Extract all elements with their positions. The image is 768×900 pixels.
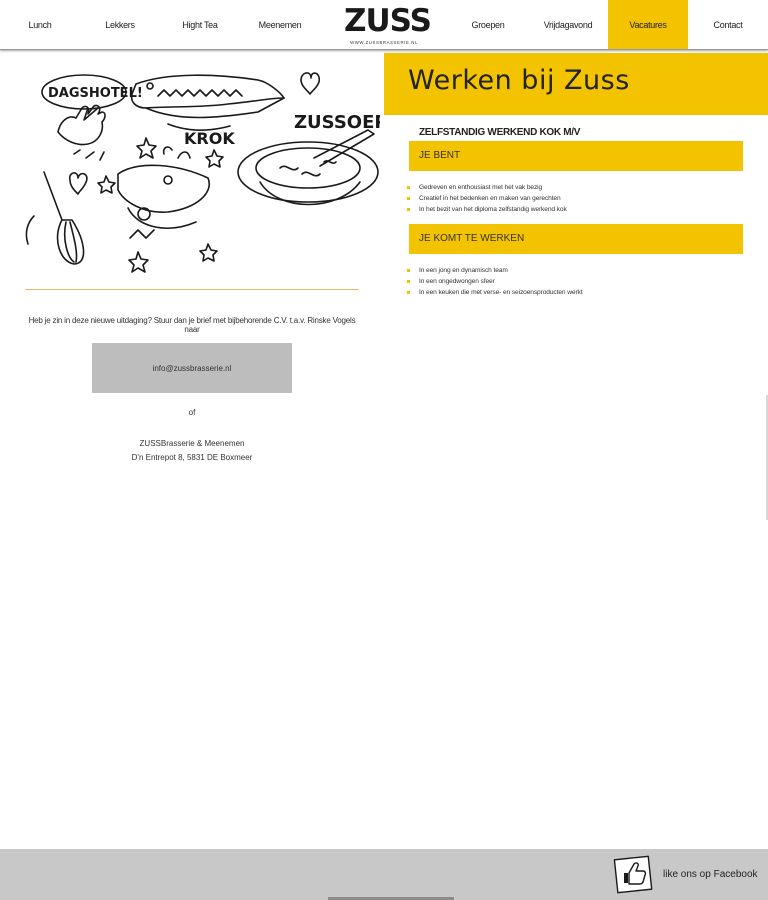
address-street: D'n Entrepot 8, 5831 DE Boxmeer [131, 453, 253, 462]
nav-item-lunch[interactable]: Lunch [0, 0, 80, 49]
je-bent-list: Gedreven en enthousiast met het vak bezi… [407, 182, 567, 215]
nav-item-hight-tea[interactable]: Hight Tea [160, 0, 240, 49]
nav-item-vrijdagavond[interactable]: Vrijdagavond [528, 0, 608, 49]
section-heading-je-bent: JE BENT [409, 141, 743, 171]
or-separator: of [188, 408, 196, 417]
list-item: In een ongedwongen sfeer [407, 276, 582, 287]
nav-item-contact[interactable]: Contact [688, 0, 768, 49]
star-icon [97, 137, 224, 273]
facebook-like-link[interactable]: like ons op Facebook [612, 853, 768, 897]
krok-label: KROK [184, 129, 235, 148]
apply-instructions: Heb je zin in deze nieuwe uitdaging? Stu… [28, 316, 356, 334]
logo-text: ZUSS [344, 3, 432, 39]
page-header-banner: Werken bij Zuss [384, 53, 768, 115]
heart-icon [68, 172, 88, 195]
facebook-like-label: like ons op Facebook [663, 869, 758, 880]
nav-item-lekkers[interactable]: Lekkers [80, 0, 160, 49]
crocodile-icon [130, 74, 285, 132]
whisk-icon [25, 171, 85, 265]
thumbs-up-icon [613, 855, 653, 894]
heart-icon [300, 72, 321, 95]
divider-line [25, 289, 359, 290]
speech-bubble: DAGSHOTEL! [41, 74, 143, 121]
address-company: ZUSSBrasserie & Meenemen [139, 439, 245, 448]
job-title: ZELFSTANDIG WERKEND KOK M/V [419, 127, 581, 138]
site-logo[interactable]: ZUSS WWW.ZUSSBRASSERIE.NL [344, 3, 432, 47]
postal-address: ZUSSBrasserie & Meenemen D'n Entrepot 8,… [92, 437, 292, 465]
nav-item-meenemen[interactable]: Meenemen [240, 0, 320, 49]
list-item: In een keuken die met verse- en seizoens… [407, 287, 583, 298]
food-pile-icon [117, 146, 210, 239]
nav-item-groepen[interactable]: Groepen [448, 0, 528, 49]
soup-bowl-icon [237, 129, 379, 206]
nav-item-vacatures[interactable]: Vacatures [608, 0, 688, 49]
page-title: Werken bij Zuss [408, 65, 630, 96]
section-heading-label: JE KOMT TE WERKEN [419, 233, 525, 244]
waving-hand-icon [57, 104, 106, 161]
list-item: Creatief in het bedenken en maken van ge… [407, 193, 567, 204]
email-label: info@zussbrasserie.nl [152, 363, 232, 373]
list-item: Gedreven en enthousiast met het vak bezi… [407, 182, 567, 193]
food-doodle-illustration: DAGSHOTEL! KROK ZUSSOEP [25, 72, 380, 273]
top-navigation: Lunch Lekkers Hight Tea Meenemen ZUSS WW… [0, 0, 768, 50]
section-heading-je-komt-te-werken: JE KOMT TE WERKEN [409, 224, 743, 254]
email-button[interactable]: info@zussbrasserie.nl [92, 343, 292, 393]
je-komt-te-werken-list: In een jong en dynamisch team In een ong… [407, 265, 583, 298]
logo-url: WWW.ZUSSBRASSERIE.NL [350, 40, 418, 45]
speech-bubble-text: DAGSHOTEL! [48, 86, 143, 101]
list-item: In een jong en dynamisch team [407, 265, 582, 276]
list-item: In het bezit van het diploma zelfstandig… [407, 204, 567, 215]
section-heading-label: JE BENT [419, 150, 461, 161]
